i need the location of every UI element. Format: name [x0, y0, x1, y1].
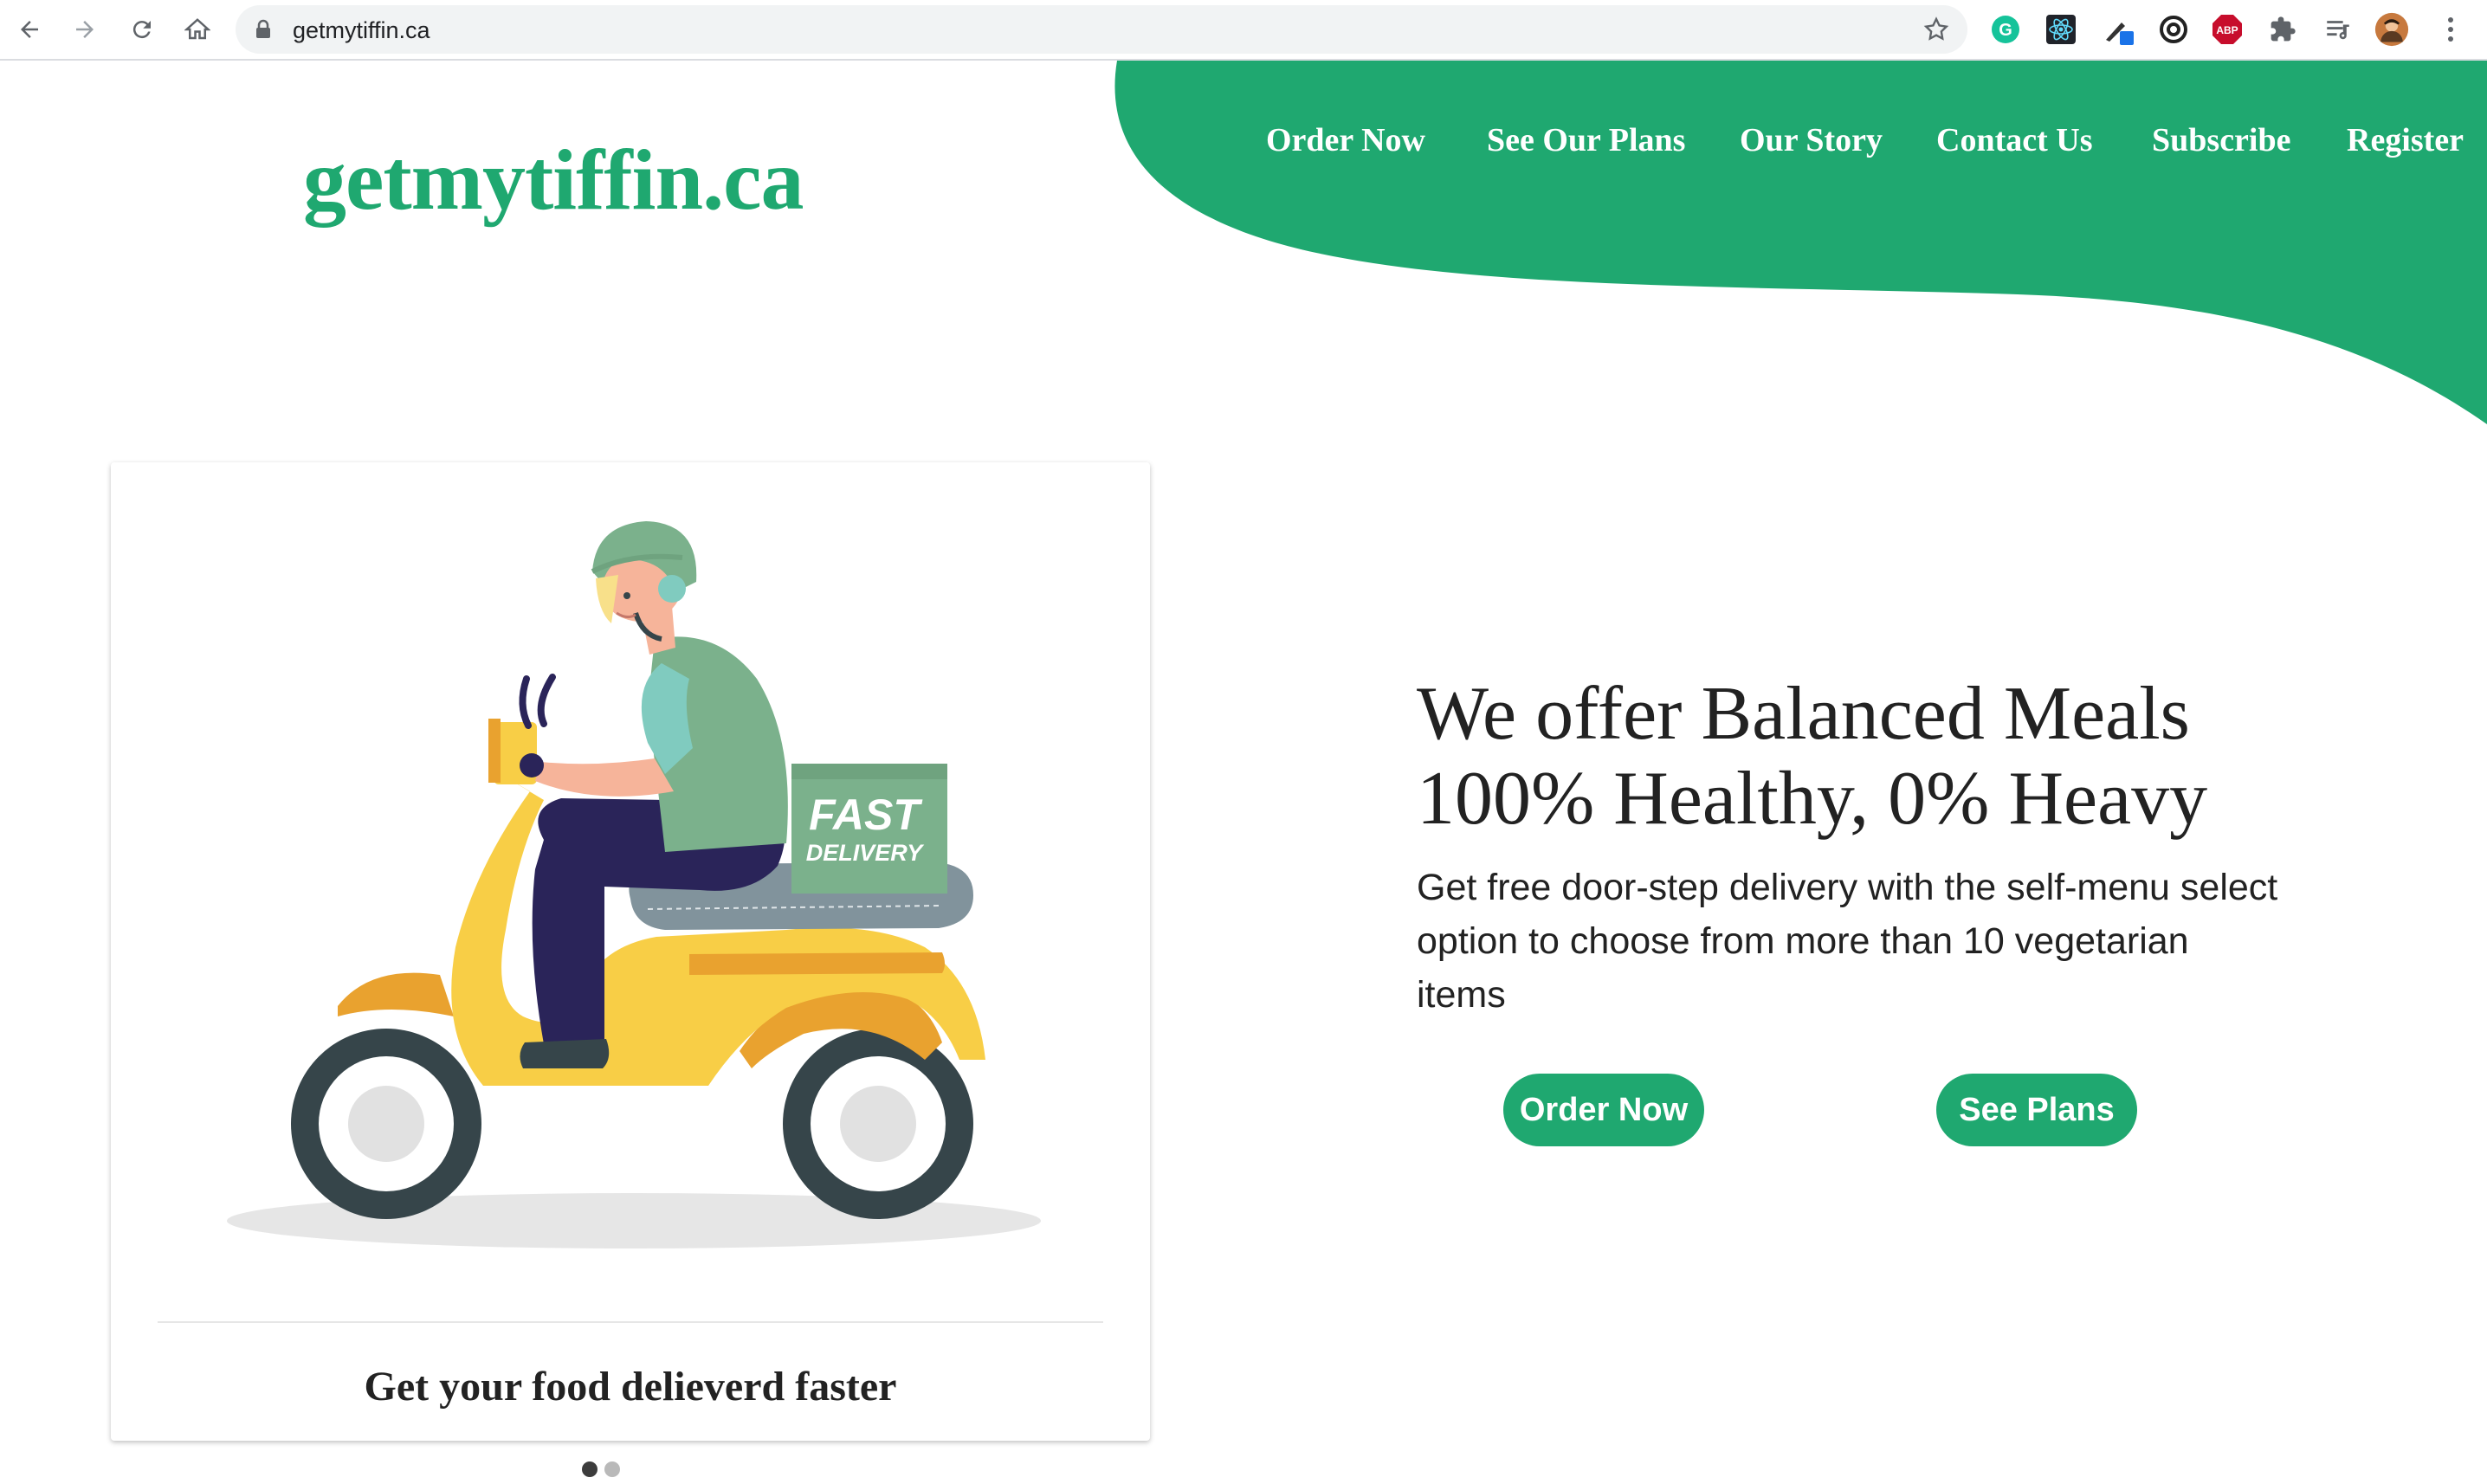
card-caption: Get your food delieverd faster: [364, 1364, 897, 1410]
grammarly-icon[interactable]: G: [1988, 12, 2023, 47]
home-icon[interactable]: [180, 12, 215, 47]
address-bar[interactable]: getmytiffin.ca: [236, 5, 1967, 54]
browser-toolbar: getmytiffin.ca G ABP: [0, 0, 2487, 61]
hero-subtext: Get free door-step delivery with the sel…: [1417, 867, 2278, 1016]
carousel-dot-2[interactable]: [604, 1461, 620, 1477]
see-plans-button[interactable]: See Plans: [1936, 1074, 2137, 1146]
extension-icon[interactable]: [2156, 12, 2191, 47]
lock-icon: [255, 19, 272, 44]
hero-headline: We offer Balanced Meals 100% Healthy, 0%…: [1417, 672, 2456, 842]
hero-headline-line2: 100% Healthy, 0% Heavy: [1417, 757, 2208, 841]
card-divider: [158, 1321, 1103, 1323]
header-wave-background: [1114, 61, 2487, 424]
react-devtools-icon[interactable]: [2044, 12, 2078, 47]
nav-register[interactable]: Register: [2347, 121, 2464, 159]
menu-dots-icon[interactable]: [2433, 12, 2468, 47]
bookmark-star-icon[interactable]: [1922, 16, 1950, 48]
svg-text:ABP: ABP: [2216, 24, 2238, 36]
svg-text:G: G: [1999, 21, 2012, 40]
delivery-scooter-illustration: FAST DELIVERY: [227, 521, 1041, 1248]
nav-see-our-plans[interactable]: See Our Plans: [1487, 121, 1685, 159]
order-now-button[interactable]: Order Now: [1503, 1074, 1704, 1146]
nav-order-now[interactable]: Order Now: [1266, 121, 1425, 159]
hero-headline-line1: We offer Balanced Meals: [1417, 672, 2190, 756]
nav-our-story[interactable]: Our Story: [1740, 121, 1883, 159]
main-nav: Order Now See Our Plans Our Story Contac…: [1247, 121, 2477, 173]
badge-fast-text: FAST: [809, 790, 923, 839]
adblock-icon[interactable]: ABP: [2210, 12, 2245, 47]
avatar[interactable]: [2374, 12, 2409, 47]
reload-icon[interactable]: [125, 12, 159, 47]
nav-contact-us[interactable]: Contact Us: [1936, 121, 2092, 159]
puzzle-icon[interactable]: [2265, 12, 2300, 47]
carousel-card: FAST DELIVERY Get your food delieverd fa…: [111, 462, 1150, 1441]
nav-subscribe[interactable]: Subscribe: [2152, 121, 2290, 159]
site-logo[interactable]: getmytiffin.ca: [303, 130, 804, 229]
reading-list-icon[interactable]: [2321, 12, 2355, 47]
carousel-indicators: [582, 1461, 627, 1481]
color-picker-icon[interactable]: [2101, 12, 2135, 47]
badge-delivery-text: DELIVERY: [806, 840, 926, 866]
arrow-right-icon[interactable]: [68, 12, 102, 47]
url-text: getmytiffin.ca: [293, 17, 430, 43]
arrow-left-icon[interactable]: [12, 12, 47, 47]
carousel-dot-1[interactable]: [582, 1461, 598, 1477]
